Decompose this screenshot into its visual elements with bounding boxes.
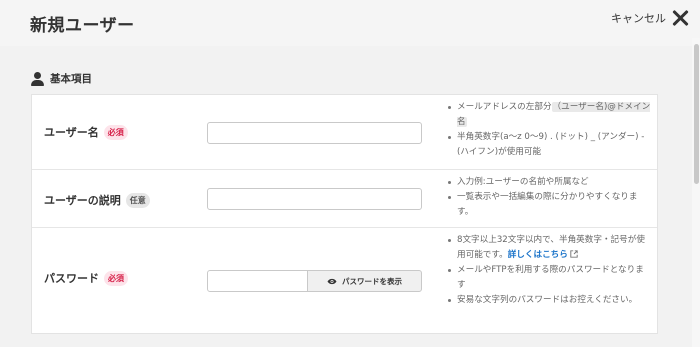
required-badge: 必須 xyxy=(103,124,128,140)
close-icon[interactable] xyxy=(672,10,688,26)
help-text: メールアドレスの左部分 xyxy=(457,102,552,112)
help-item: 入力例:ユーザーの名前や所属など xyxy=(446,175,652,190)
cancel-button[interactable]: キャンセル xyxy=(611,10,688,26)
password-input[interactable] xyxy=(207,270,308,292)
password-label: パスワード 必須 xyxy=(44,270,128,286)
help-text: 入力例:ユーザーの名前や所属など xyxy=(457,177,589,187)
username-label: ユーザー名 必須 xyxy=(44,124,128,140)
description-input[interactable] xyxy=(207,188,422,210)
help-item: 安易な文字列のパスワードはお控えください。 xyxy=(446,293,652,308)
person-icon xyxy=(31,71,44,86)
show-password-button[interactable]: パスワードを表示 xyxy=(307,270,422,292)
password-help: 8文字以上32文字以内で、半角英数字・記号が使用可能です。詳しくはこちら メール… xyxy=(446,233,652,308)
help-text: 一覧表示や一括編集の際に分かりやすくなります。 xyxy=(457,192,638,217)
form-row-username: ユーザー名 必須 メールアドレスの左部分（ユーザー名)@ドメイン名 半角英数字(… xyxy=(32,95,657,170)
section-title: 基本項目 xyxy=(50,73,92,85)
help-item: 8文字以上32文字以内で、半角英数字・記号が使用可能です。詳しくはこちら xyxy=(446,233,652,263)
help-text: 半角英数字(a〜z 0〜9) . (ドット) _ (アンダー) - (ハイフン)… xyxy=(457,132,645,157)
description-help: 入力例:ユーザーの名前や所属など 一覧表示や一括編集の際に分かりやすくなります。 xyxy=(446,175,652,220)
help-item: メールアドレスの左部分（ユーザー名)@ドメイン名 xyxy=(446,100,652,130)
details-link[interactable]: 詳しくはこちら xyxy=(508,250,568,260)
show-password-label: パスワードを表示 xyxy=(342,276,402,286)
username-input[interactable] xyxy=(207,122,422,144)
form-card: ユーザー名 必須 メールアドレスの左部分（ユーザー名)@ドメイン名 半角英数字(… xyxy=(31,94,658,334)
header-bar: 新規ユーザー キャンセル xyxy=(0,0,700,46)
section-header: 基本項目 xyxy=(31,71,92,86)
help-item: 半角英数字(a〜z 0〜9) . (ドット) _ (アンダー) - (ハイフン)… xyxy=(446,130,652,160)
form-row-password: パスワード 必須 パスワードを表示 8文字以上32文字以内で、半角英数字・記号が… xyxy=(32,228,657,335)
help-item: メールやFTPを利用する際のパスワードとなります xyxy=(446,263,652,293)
username-help: メールアドレスの左部分（ユーザー名)@ドメイン名 半角英数字(a〜z 0〜9) … xyxy=(446,100,652,160)
cancel-label: キャンセル xyxy=(611,12,666,25)
help-text: メールやFTPを利用する際のパスワードとなります xyxy=(457,265,644,290)
help-text: 安易な文字列のパスワードはお控えください。 xyxy=(457,295,638,305)
page-title: 新規ユーザー xyxy=(30,16,135,36)
description-label: ユーザーの説明 任意 xyxy=(44,192,150,208)
external-link-icon[interactable] xyxy=(570,250,578,258)
help-item: 一覧表示や一括編集の際に分かりやすくなります。 xyxy=(446,190,652,220)
field-label-text: ユーザーの説明 xyxy=(44,194,121,207)
required-badge: 必須 xyxy=(104,270,128,286)
eye-icon xyxy=(327,278,337,284)
optional-badge: 任意 xyxy=(125,192,150,208)
form-row-description: ユーザーの説明 任意 入力例:ユーザーの名前や所属など 一覧表示や一括編集の際に… xyxy=(32,170,657,228)
field-label-text: パスワード xyxy=(44,272,99,285)
field-label-text: ユーザー名 xyxy=(44,126,99,139)
scrollbar-thumb[interactable] xyxy=(694,44,699,184)
